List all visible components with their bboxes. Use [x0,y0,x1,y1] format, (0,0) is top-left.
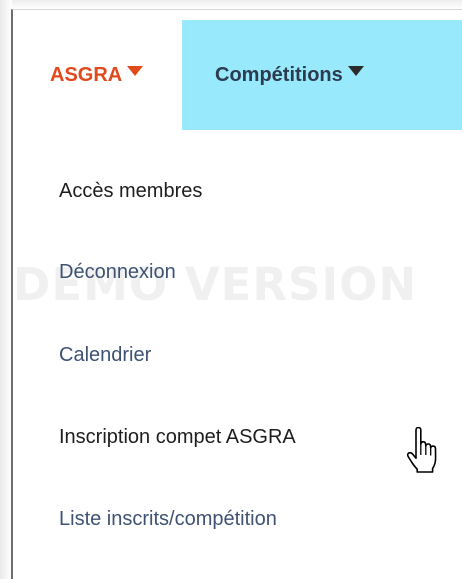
menu-item-calendrier[interactable]: Calendrier [59,344,151,367]
screenshot-frame: ASGRA Compétitions DEMO VERSION Accès me… [0,0,462,579]
menu-item-liste-inscrits[interactable]: Liste inscrits/compétition [59,508,277,531]
menu-item-acces-membres[interactable]: Accès membres [59,180,202,203]
caret-down-icon [127,66,144,76]
menu-item-deconnexion[interactable]: Déconnexion [59,261,176,284]
hand-pointer-icon [407,427,437,473]
menu-asgra-label: ASGRA [50,63,123,86]
menu-asgra[interactable]: ASGRA [13,20,182,130]
top-shadow [0,0,462,9]
caret-down-icon [347,66,364,76]
menu-bar: ASGRA Compétitions [13,20,462,130]
menu-item-inscription-compet[interactable]: Inscription compet ASGRA [59,426,296,449]
menu-competitions[interactable]: Compétitions [182,20,462,130]
menu-competitions-label: Compétitions [215,63,343,86]
